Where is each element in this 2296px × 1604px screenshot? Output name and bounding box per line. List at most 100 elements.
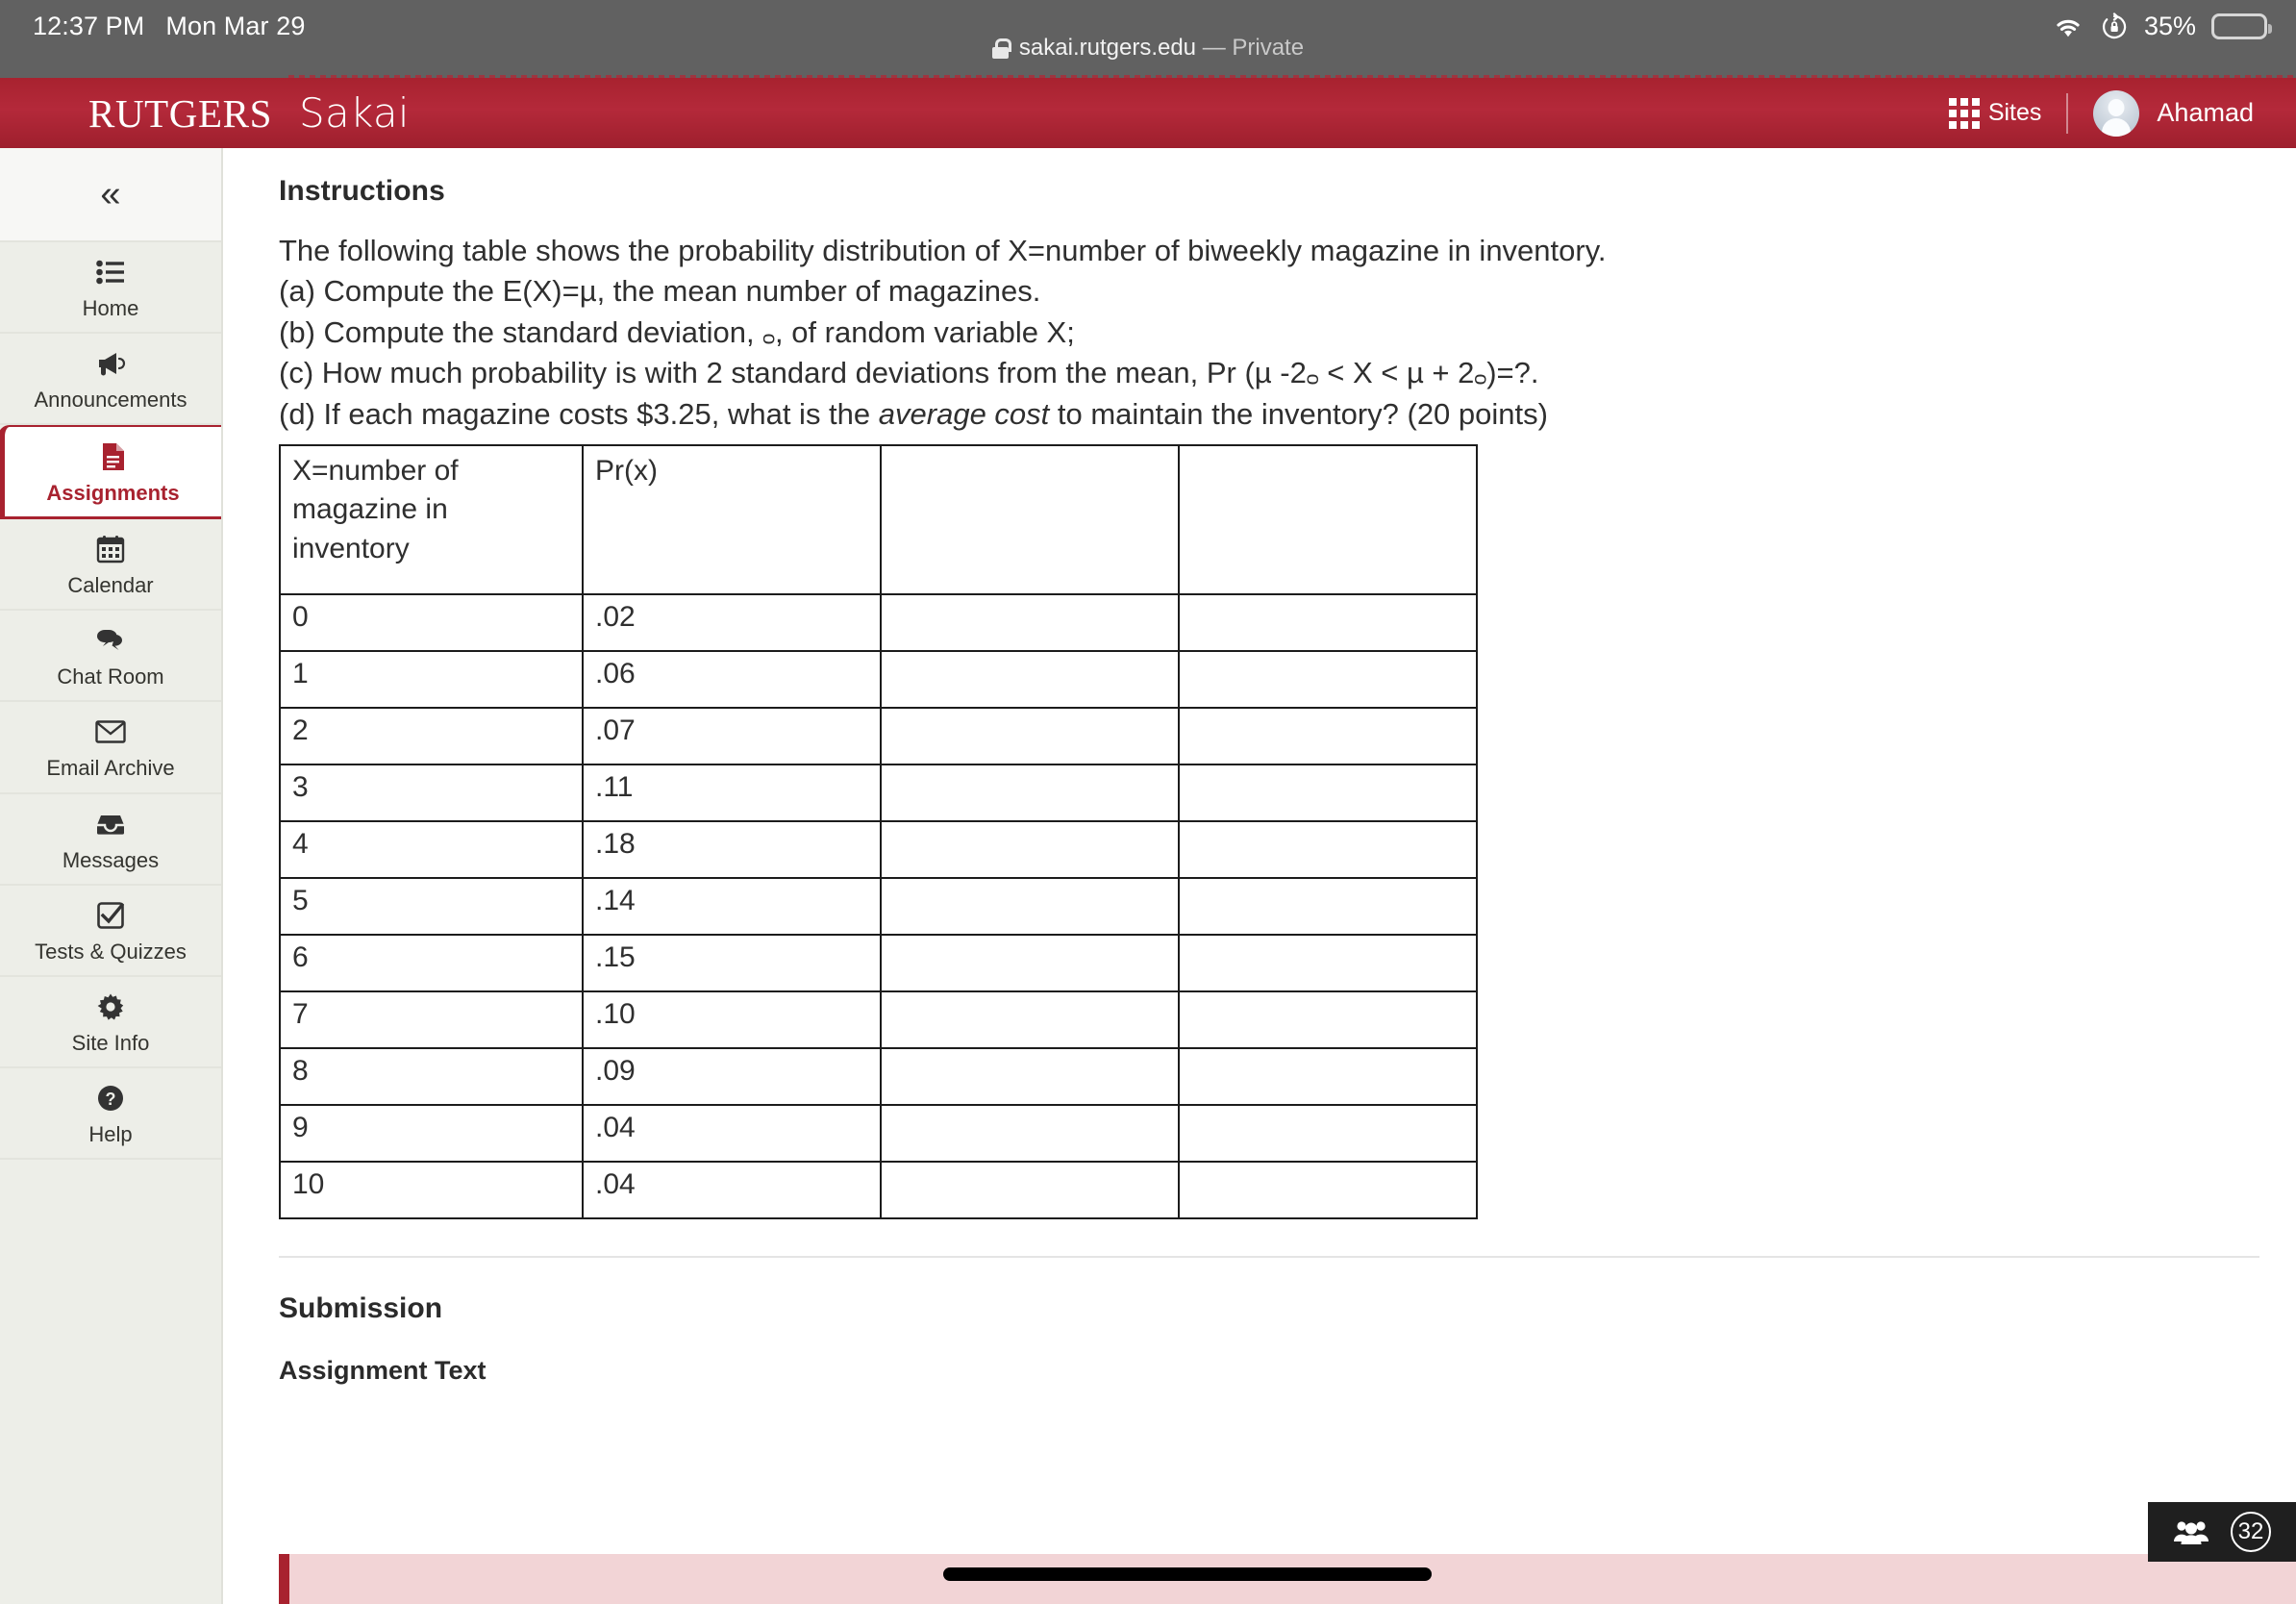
table-cell <box>880 1047 1180 1107</box>
wifi-icon <box>2057 19 2080 37</box>
envelope-icon <box>95 715 126 748</box>
table-cell <box>1178 593 1478 653</box>
user-menu-button[interactable]: Ahamad <box>2093 89 2254 137</box>
chevron-double-left-icon: « <box>100 174 121 214</box>
sidebar-item-home[interactable]: Home <box>0 242 221 335</box>
table-cell <box>1178 707 1478 766</box>
document-icon <box>101 440 126 473</box>
sidebar-collapse-button[interactable]: « <box>0 148 221 242</box>
table-row: 4.18 <box>279 820 1478 880</box>
question-c-pre: (c) How much probability is with 2 stand… <box>279 356 1307 390</box>
megaphone-icon <box>95 347 126 380</box>
table-cell: 0 <box>279 593 584 653</box>
table-header-cell <box>1178 444 1478 596</box>
header-right: Sites Ahamad <box>1948 89 2254 137</box>
table-cell <box>1178 820 1478 880</box>
sidebar-item-label: Home <box>82 296 139 320</box>
sidebar-item-help[interactable]: ? Help <box>0 1068 221 1160</box>
sidebar-item-label: Site Info <box>71 1030 150 1055</box>
sites-button[interactable]: Sites <box>1948 97 2042 129</box>
table-cell: .07 <box>582 707 882 766</box>
people-icon <box>2173 1518 2209 1545</box>
sidebar-item-label: Assignments <box>46 481 180 506</box>
table-cell: 9 <box>279 1104 584 1164</box>
url-host: sakai.rutgers.edu <box>1018 35 1197 61</box>
header-divider <box>2066 92 2069 134</box>
sidebar-item-site-info[interactable]: Site Info <box>0 977 221 1068</box>
question-b-pre: (b) Compute the standard deviation, <box>279 314 763 349</box>
table-cell: 1 <box>279 650 584 710</box>
table-row: 1.06 <box>279 650 1478 710</box>
lock-icon <box>991 38 1011 59</box>
sidebar-item-announcements[interactable]: Announcements <box>0 334 221 426</box>
sidebar: « Home Announcements Assignments Calenda… <box>0 148 223 1604</box>
table-row: 8.09 <box>279 1047 1478 1107</box>
table-cell <box>880 1161 1180 1220</box>
table-cell <box>1178 764 1478 823</box>
sidebar-item-chat-room[interactable]: Chat Room <box>0 611 221 703</box>
status-bar-left: 12:37 PM Mon Mar 29 <box>33 12 305 41</box>
sidebar-item-label: Messages <box>62 847 160 872</box>
table-row: 7.10 <box>279 990 1478 1050</box>
assignment-text-title: Assignment Text <box>279 1356 487 1386</box>
sidebar-item-messages[interactable]: Messages <box>0 794 221 886</box>
participants-widget[interactable]: 32 <box>2148 1502 2296 1562</box>
table-cell <box>880 707 1180 766</box>
question-c: (c) How much probability is with 2 stand… <box>279 355 2296 391</box>
table-cell: 2 <box>279 707 584 766</box>
table-cell <box>880 650 1180 710</box>
sidebar-item-calendar[interactable]: Calendar <box>0 519 221 612</box>
table-header-cell: Pr(x) <box>582 444 882 596</box>
question-c-mid: < X < µ + 2 <box>1318 356 1475 390</box>
status-time: 12:37 PM <box>33 12 145 40</box>
table-cell <box>1178 934 1478 993</box>
sigma-symbol: ᴑ <box>1474 367 1487 390</box>
table-header-row: X=number of magazine in inventory Pr(x) <box>279 444 1478 596</box>
question-d-post: to maintain the inventory? (20 points) <box>1049 396 1548 431</box>
inbox-icon <box>95 808 126 840</box>
table-cell: 6 <box>279 934 584 993</box>
table-row: 5.14 <box>279 877 1478 937</box>
sidebar-item-assignments[interactable]: Assignments <box>0 425 221 520</box>
table-cell: 4 <box>279 820 584 880</box>
main-content: Instructions The following table shows t… <box>223 148 2296 1604</box>
probability-table: X=number of magazine in inventory Pr(x) 0.… <box>279 444 1478 1220</box>
chat-bubbles-icon <box>95 624 126 657</box>
url-display: sakai.rutgers.edu — Private <box>0 35 2296 62</box>
table-cell <box>880 764 1180 823</box>
table-cell <box>1178 877 1478 937</box>
url-private-label: — Private <box>1202 35 1305 61</box>
sidebar-item-label: Tests & Quizzes <box>35 939 187 964</box>
svg-text:?: ? <box>106 1090 116 1109</box>
redaction-bar <box>943 1567 1432 1581</box>
brand-logo[interactable]: RUTGERS Sakai <box>88 89 410 137</box>
sidebar-item-email-archive[interactable]: Email Archive <box>0 702 221 794</box>
app-body: « Home Announcements Assignments Calenda… <box>0 148 2296 1604</box>
sidebar-item-tests-quizzes[interactable]: Tests & Quizzes <box>0 886 221 977</box>
table-cell <box>880 820 1180 880</box>
table-cell: .02 <box>582 593 882 653</box>
table-header-cell: X=number of magazine in inventory <box>279 444 584 596</box>
table-cell: 3 <box>279 764 584 823</box>
table-cell <box>880 990 1180 1050</box>
gear-icon <box>97 990 124 1023</box>
sigma-symbol: ᴑ <box>1306 367 1319 390</box>
status-date: Mon Mar 29 <box>165 12 306 40</box>
question-b: (b) Compute the standard deviation, ᴑ, o… <box>279 314 2296 351</box>
content-divider <box>279 1256 2259 1259</box>
question-b-post: , of random variable X; <box>774 314 1075 349</box>
browser-tab-divider <box>0 75 2296 78</box>
table-row: 10.04 <box>279 1161 1478 1220</box>
table-cell <box>880 934 1180 993</box>
table-cell: .15 <box>582 934 882 993</box>
table-cell: 10 <box>279 1161 584 1220</box>
rutgers-wordmark: RUTGERS <box>88 91 273 136</box>
table-cell: .14 <box>582 877 882 937</box>
table-row: 6.15 <box>279 934 1478 993</box>
sidebar-item-label: Chat Room <box>57 664 164 689</box>
sites-label: Sites <box>1987 99 2042 126</box>
table-row: 3.11 <box>279 764 1478 823</box>
table-row: 9.04 <box>279 1104 1478 1164</box>
question-c-post: )=?. <box>1486 356 1539 390</box>
table-cell: .18 <box>582 820 882 880</box>
